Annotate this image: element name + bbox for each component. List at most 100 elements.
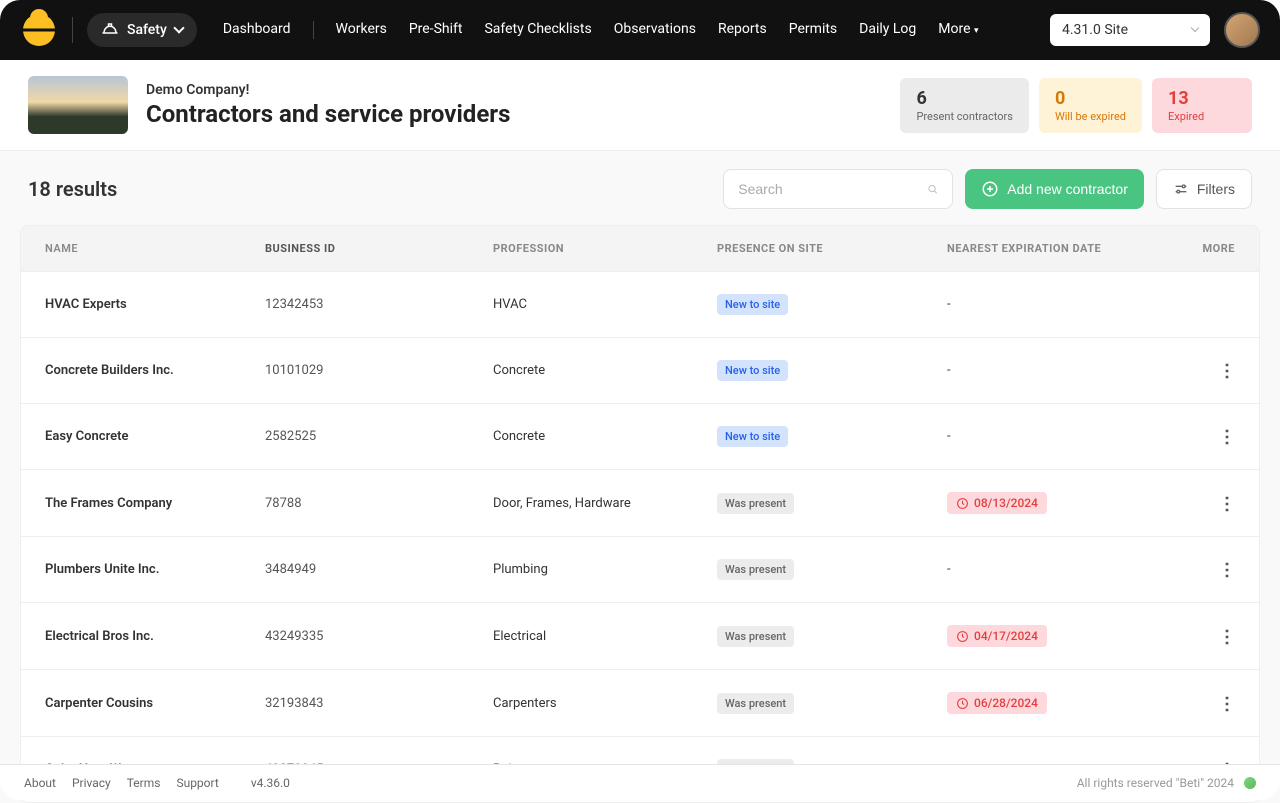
cell-profession: HVAC: [493, 297, 717, 312]
col-business-id[interactable]: BUSINESS ID: [265, 242, 493, 255]
page-header: Demo Company! Contractors and service pr…: [0, 60, 1280, 151]
cell-name: Concrete Builders Inc.: [45, 363, 265, 378]
footer: AboutPrivacyTermsSupport v4.36.0 All rig…: [0, 764, 1280, 800]
nav-link-daily-log[interactable]: Daily Log: [859, 21, 916, 39]
module-label: Safety: [127, 22, 167, 38]
footer-link-support[interactable]: Support: [176, 776, 218, 790]
footer-link-privacy[interactable]: Privacy: [72, 776, 111, 790]
cell-name: Easy Concrete: [45, 429, 265, 444]
add-button-label: Add new contractor: [1007, 181, 1128, 197]
footer-version: v4.36.0: [251, 776, 290, 790]
presence-badge-new: New to site: [717, 294, 788, 315]
company-image: [28, 76, 128, 134]
cell-presence: New to site: [717, 360, 947, 381]
expiration-badge: 08/13/2024: [947, 492, 1047, 514]
toolbar: 18 results Add new contractor Filters: [20, 151, 1260, 221]
contractors-table: NAME BUSINESS ID PROFESSION PRESENCE ON …: [20, 225, 1260, 803]
stat-card[interactable]: 13Expired: [1152, 78, 1252, 133]
cell-profession: Concrete: [493, 429, 717, 444]
presence-badge-new: New to site: [717, 360, 788, 381]
search-input[interactable]: [738, 181, 919, 197]
row-more-menu[interactable]: ⋯: [1216, 628, 1237, 645]
nav-link-pre-shift[interactable]: Pre-Shift: [409, 21, 463, 39]
filters-button[interactable]: Filters: [1156, 169, 1252, 209]
cell-expiration: -: [947, 562, 1171, 577]
row-more-menu[interactable]: ⋯: [1216, 428, 1237, 445]
nav-link-dashboard[interactable]: Dashboard: [223, 21, 291, 39]
col-more: MORE: [1171, 242, 1235, 255]
col-name[interactable]: NAME: [45, 242, 265, 255]
expiration-badge: 06/28/2024: [947, 692, 1047, 714]
user-avatar[interactable]: [1224, 12, 1260, 48]
stat-label: Expired: [1168, 110, 1236, 123]
cell-expiration: -: [947, 297, 1171, 312]
cell-more: ⋯: [1171, 559, 1235, 580]
module-selector[interactable]: Safety: [87, 13, 197, 47]
col-expiration[interactable]: NEAREST EXPIRATION DATE: [947, 242, 1171, 255]
expiration-dash: -: [947, 429, 951, 444]
cell-business-id: 32193843: [265, 696, 493, 711]
nav-link-observations[interactable]: Observations: [614, 21, 696, 39]
table-row[interactable]: Plumbers Unite Inc.3484949PlumbingWas pr…: [21, 536, 1259, 602]
site-selector[interactable]: 4.31.0 Site: [1050, 14, 1210, 46]
presence-badge-was: Was present: [717, 559, 794, 580]
table-row[interactable]: The Frames Company78788Door, Frames, Har…: [21, 469, 1259, 536]
row-more-menu[interactable]: ⋯: [1216, 495, 1237, 512]
cell-business-id: 78788: [265, 496, 493, 511]
stat-number: 0: [1055, 88, 1126, 109]
nav-more[interactable]: More ▾: [938, 21, 978, 39]
site-label: 4.31.0 Site: [1062, 22, 1128, 38]
nav-link-safety-checklists[interactable]: Safety Checklists: [484, 21, 591, 39]
cell-name: Electrical Bros Inc.: [45, 629, 265, 644]
clock-alert-icon: [956, 497, 969, 510]
page-title: Contractors and service providers: [146, 100, 510, 128]
row-more-menu[interactable]: ⋯: [1216, 561, 1237, 578]
row-more-menu[interactable]: ⋯: [1216, 695, 1237, 712]
company-name: Demo Company!: [146, 82, 510, 98]
clock-alert-icon: [956, 630, 969, 643]
nav-links: Dashboard Workers Pre-Shift Safety Checklis…: [223, 21, 979, 39]
row-more-menu[interactable]: ⋯: [1216, 362, 1237, 379]
cell-profession: Plumbing: [493, 562, 717, 577]
cell-name: Carpenter Cousins: [45, 696, 265, 711]
table-row[interactable]: Carpenter Cousins32193843CarpentersWas p…: [21, 669, 1259, 736]
presence-badge-was: Was present: [717, 626, 794, 647]
col-presence[interactable]: PRESENCE ON SITE: [717, 242, 947, 255]
presence-badge-was: Was present: [717, 493, 794, 514]
cell-more: ⋯: [1171, 493, 1235, 514]
table-row[interactable]: Concrete Builders Inc.10101029ConcreteNe…: [21, 337, 1259, 403]
expiration-badge: 04/17/2024: [947, 625, 1047, 647]
clock-alert-icon: [956, 697, 969, 710]
stat-card[interactable]: 6Present contractors: [900, 78, 1028, 133]
nav-link-workers[interactable]: Workers: [336, 21, 387, 39]
col-profession[interactable]: PROFESSION: [493, 242, 717, 255]
nav-divider: [313, 21, 314, 39]
nav-link-reports[interactable]: Reports: [718, 21, 767, 39]
nav-link-permits[interactable]: Permits: [789, 21, 837, 39]
footer-link-terms[interactable]: Terms: [127, 776, 161, 790]
cell-business-id: 10101029: [265, 363, 493, 378]
stats-row: 6Present contractors0Will be expired13Ex…: [900, 78, 1252, 133]
cell-business-id: 12342453: [265, 297, 493, 312]
filters-label: Filters: [1197, 181, 1235, 197]
presence-badge-new: New to site: [717, 426, 788, 447]
table-row[interactable]: HVAC Experts12342453HVACNew to site -: [21, 271, 1259, 337]
sliders-icon: [1173, 181, 1189, 197]
table-row[interactable]: Easy Concrete2582525ConcreteNew to site-…: [21, 403, 1259, 469]
stat-number: 6: [916, 88, 1012, 109]
nav-divider: [72, 17, 73, 43]
hardhat-icon: [101, 21, 119, 39]
results-count: 18 results: [28, 177, 117, 201]
cell-name: HVAC Experts: [45, 297, 265, 312]
chevron-down-icon: [1191, 24, 1199, 32]
stat-card[interactable]: 0Will be expired: [1039, 78, 1142, 133]
cell-expiration: -: [947, 429, 1171, 444]
cell-presence: Was present: [717, 493, 947, 514]
search-icon: [927, 180, 938, 198]
app-logo[interactable]: [20, 11, 58, 49]
add-contractor-button[interactable]: Add new contractor: [965, 169, 1144, 209]
table-row[interactable]: Electrical Bros Inc.43249335ElectricalWa…: [21, 602, 1259, 669]
footer-link-about[interactable]: About: [24, 776, 56, 790]
expiration-dash: -: [947, 562, 951, 577]
search-box[interactable]: [723, 169, 953, 209]
